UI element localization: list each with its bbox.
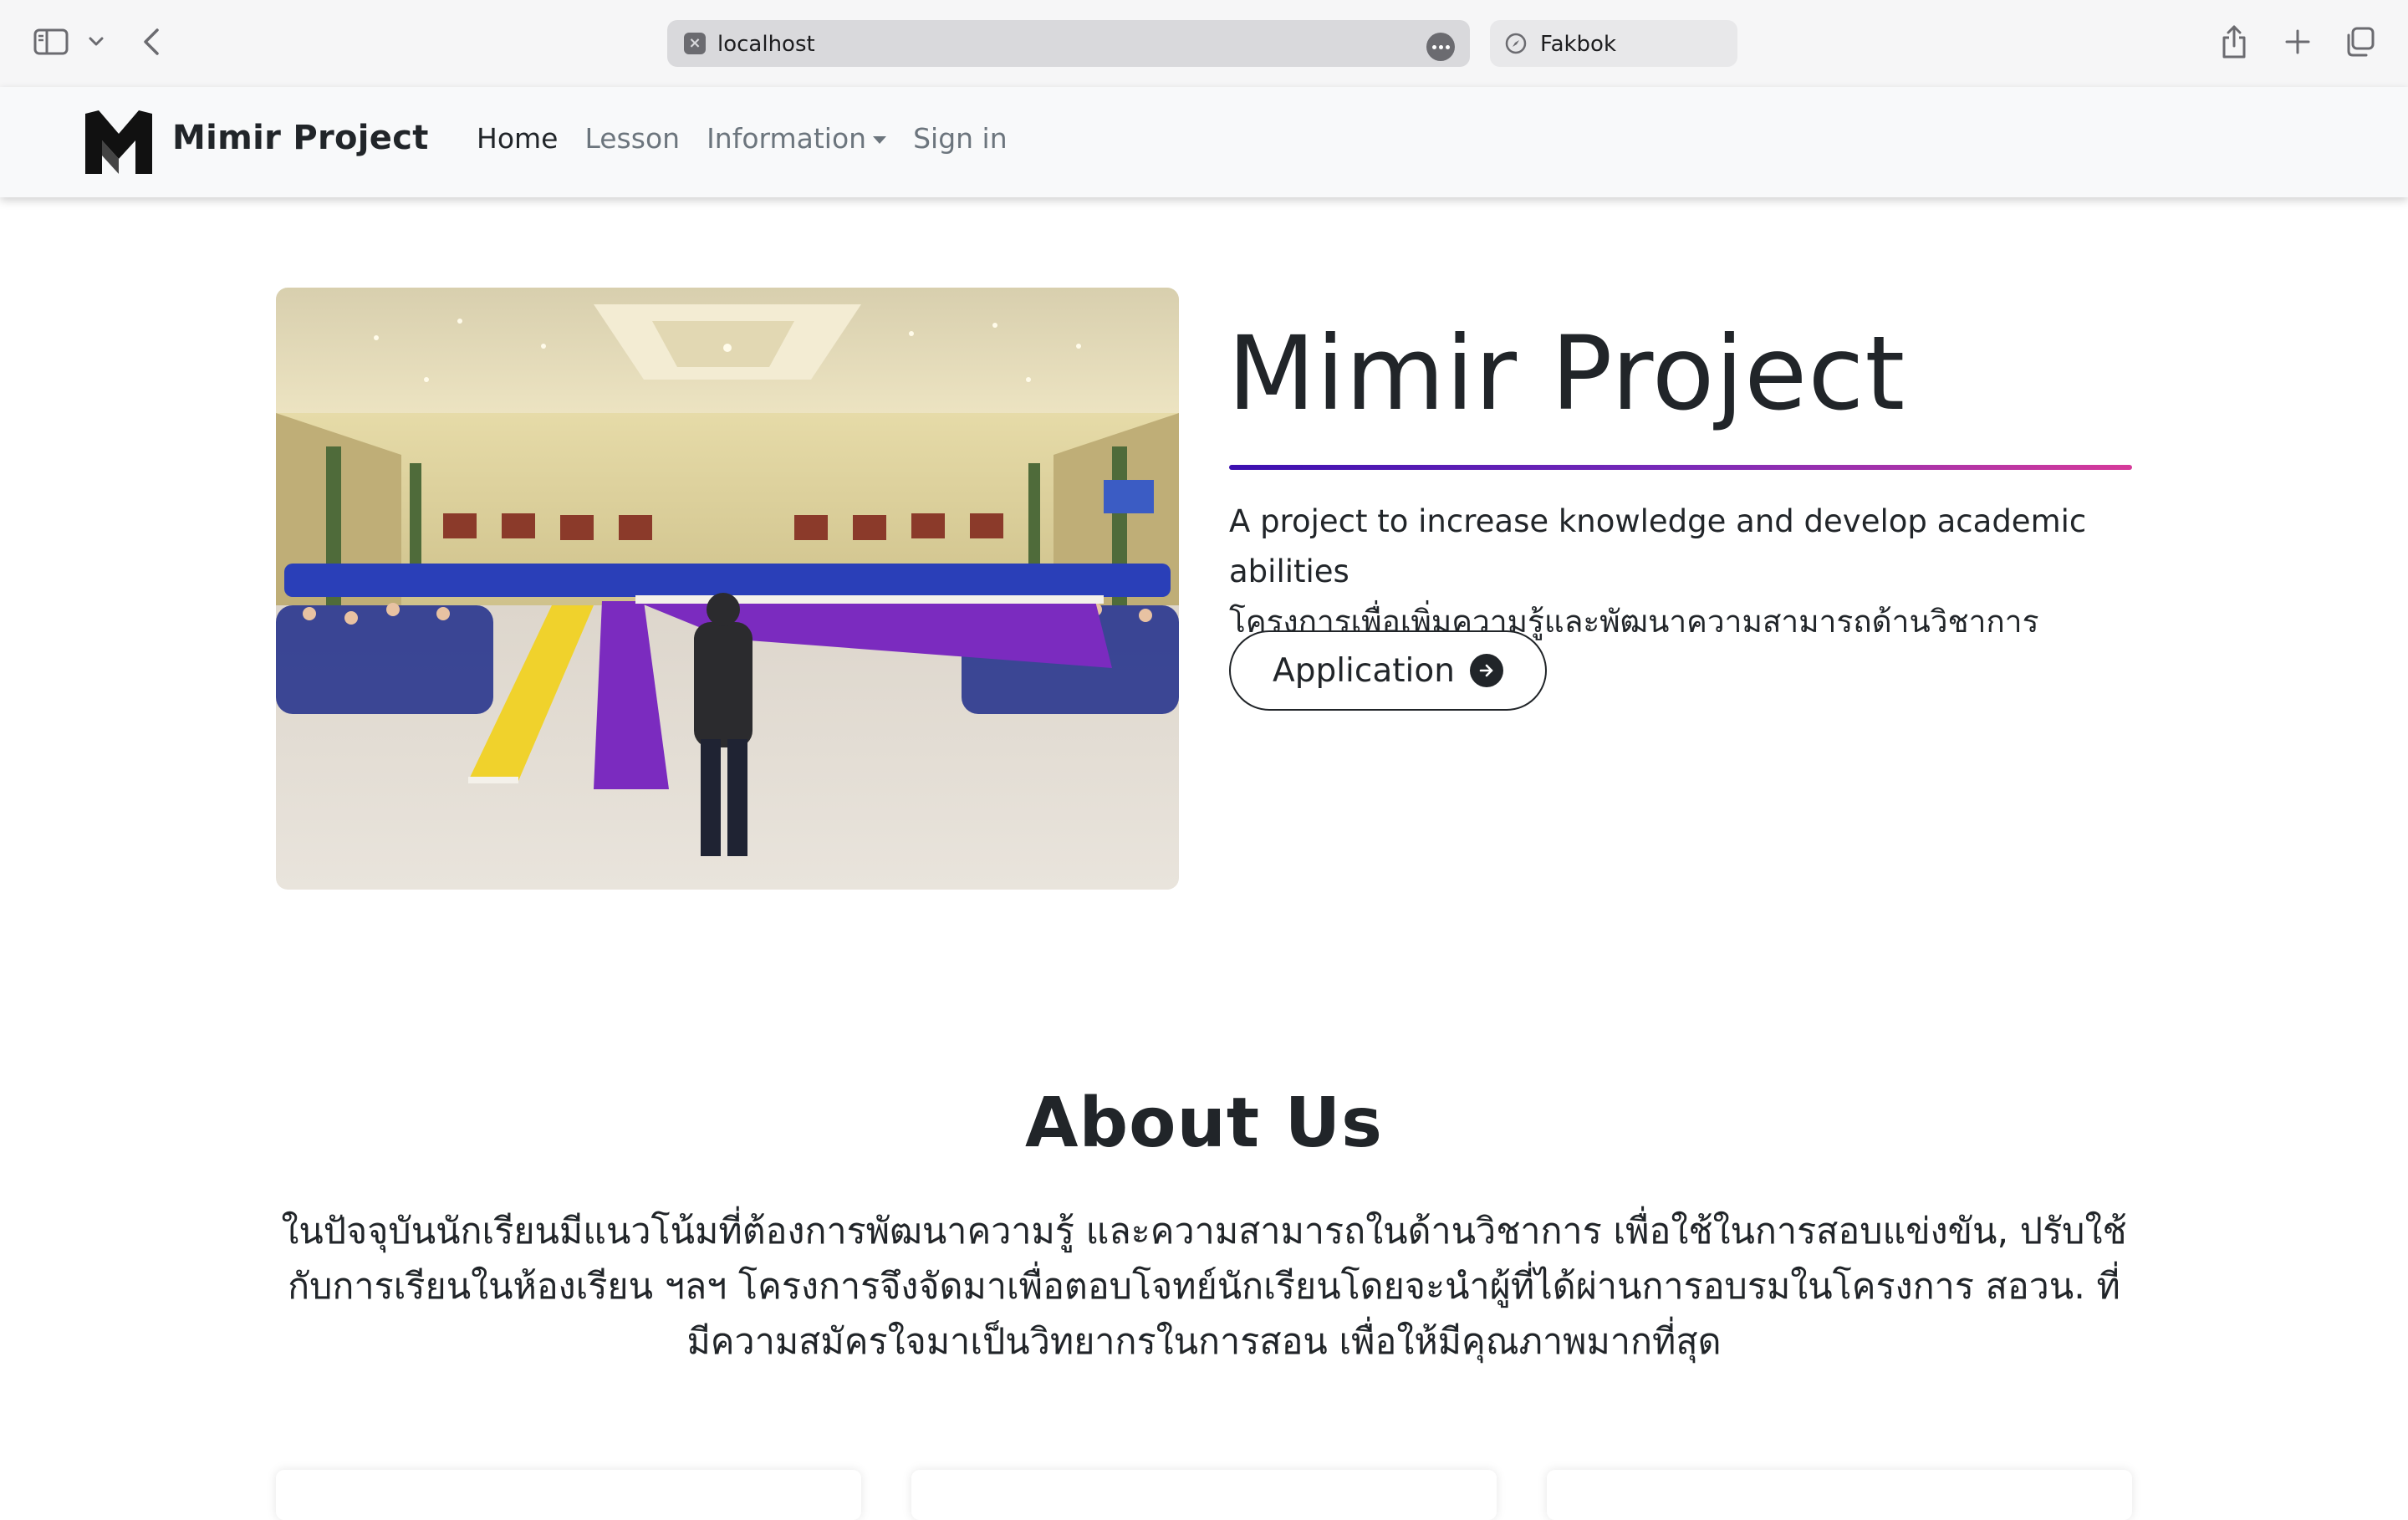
hero-subtitle: A project to increase knowledge and deve…	[1229, 497, 2157, 647]
caret-down-icon	[873, 136, 887, 144]
feature-card	[276, 1470, 861, 1520]
nav-information-label: Information	[707, 122, 867, 155]
mimir-logo-icon[interactable]	[84, 109, 154, 176]
tab-fakbok[interactable]: Fakbok	[1490, 20, 1737, 67]
tabs-overview-icon[interactable]	[2343, 25, 2376, 59]
browser-toolbar: × localhost Fakbok	[0, 0, 2408, 87]
nav-information-dropdown[interactable]: Information	[707, 122, 887, 155]
brand-name[interactable]: Mimir Project	[172, 119, 429, 157]
application-button[interactable]: Application	[1229, 630, 1547, 711]
hero-title: Mimir Project	[1227, 314, 1906, 433]
nav-sign-in[interactable]: Sign in	[913, 122, 1008, 155]
more-options-icon[interactable]	[1426, 33, 1455, 61]
chevron-left-icon[interactable]	[139, 27, 164, 57]
application-button-label: Application	[1273, 651, 1455, 690]
sidebar-icon[interactable]	[33, 28, 69, 55]
address-bar[interactable]: × localhost	[667, 20, 1470, 67]
share-icon[interactable]	[2219, 23, 2249, 60]
favicon-icon: ×	[684, 33, 706, 54]
tab-title: Fakbok	[1540, 32, 1617, 57]
plus-icon[interactable]	[2281, 25, 2314, 59]
hero-gradient-divider	[1229, 465, 2132, 470]
feature-card	[1547, 1470, 2132, 1520]
compass-icon	[1505, 33, 1527, 54]
about-body: ในปัจจุบันนักเรียนมีแนวโน้มที่ต้องการพัฒ…	[281, 1211, 2127, 1363]
nav-lesson[interactable]: Lesson	[584, 122, 680, 155]
nav-home[interactable]: Home	[477, 122, 558, 155]
address-url[interactable]: localhost	[717, 32, 815, 57]
hero-photo	[276, 288, 1179, 890]
feature-card	[911, 1470, 1497, 1520]
chevron-down-icon[interactable]	[87, 32, 105, 52]
about-title: About Us	[1024, 1084, 1383, 1163]
site-navbar: Mimir Project Home Lesson Information Si…	[0, 87, 2408, 197]
hero-subtitle-en: A project to increase knowledge and deve…	[1229, 503, 2087, 589]
nav-links: Home Lesson Information Sign in	[477, 122, 1034, 155]
arrow-right-circle-icon	[1469, 654, 1503, 687]
